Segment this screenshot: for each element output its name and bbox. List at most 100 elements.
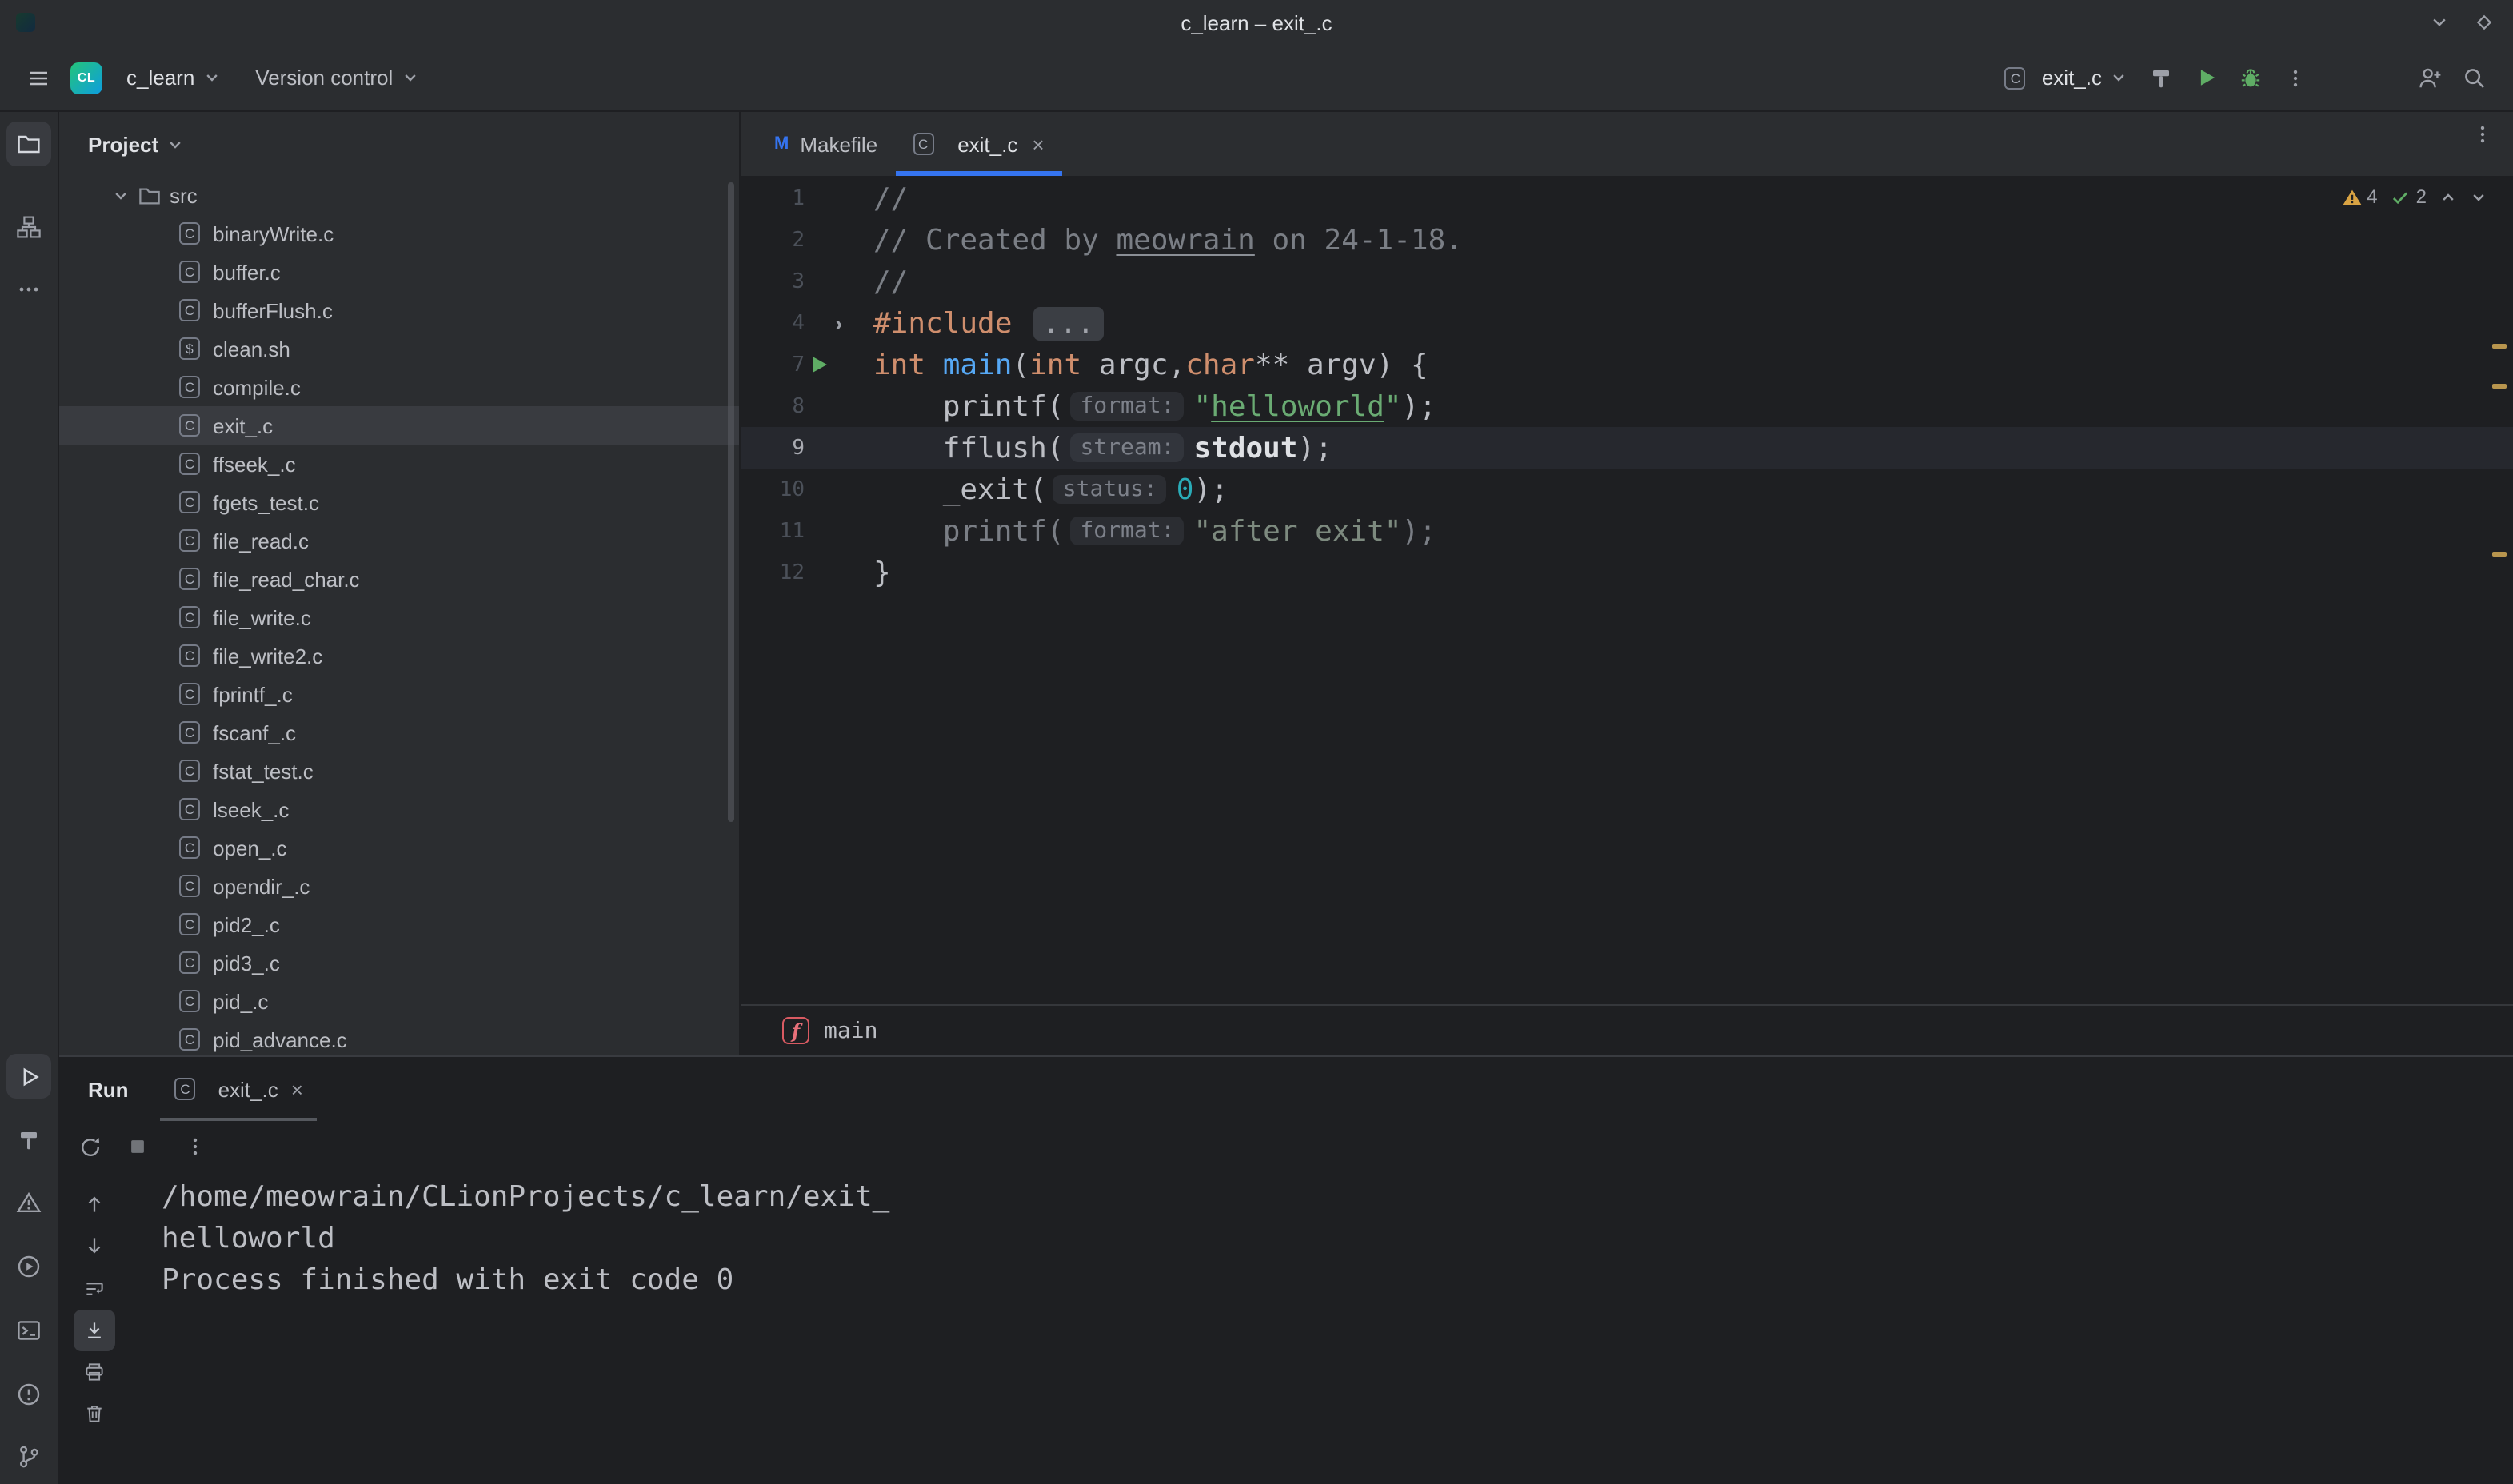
scroll-to-end-button[interactable] — [74, 1310, 115, 1351]
file-name: open_.c — [213, 836, 287, 860]
run-button[interactable] — [2183, 55, 2228, 100]
search-everywhere-button[interactable] — [2452, 55, 2497, 100]
chevron-expanded-icon[interactable] — [112, 186, 130, 204]
c-file-icon: C — [2005, 66, 2026, 89]
build-button[interactable] — [2139, 55, 2183, 100]
code-editor[interactable]: 1//2// Created by meowrain on 24-1-18.3/… — [741, 176, 2513, 1004]
code-line-7[interactable]: 7int main(int argc,char** argv) { — [741, 344, 2513, 385]
tree-item-exit_.c[interactable]: Cexit_.c — [59, 406, 739, 445]
version-control-toolwindow-button[interactable] — [6, 1434, 51, 1479]
tree-item-compile.c[interactable]: Ccompile.c — [59, 368, 739, 406]
version-control-selector[interactable]: Version control — [244, 55, 429, 100]
tree-item-pid_.c[interactable]: Cpid_.c — [59, 982, 739, 1020]
passed-indicator[interactable]: 2 — [2391, 186, 2427, 208]
next-problem-icon[interactable] — [2470, 188, 2487, 205]
warning-stripe-mark[interactable] — [2492, 384, 2507, 389]
project-selector[interactable]: c_learn — [115, 55, 231, 100]
clear-console-button[interactable] — [74, 1393, 115, 1434]
project-panel-header[interactable]: Project — [59, 112, 739, 176]
tree-item-binaryWrite.c[interactable]: CbinaryWrite.c — [59, 214, 739, 253]
window-title: c_learn – exit_.c — [1181, 10, 1332, 34]
tree-item-file_read.c[interactable]: Cfile_read.c — [59, 521, 739, 560]
code-line-4[interactable]: 4›#include ... — [741, 302, 2513, 344]
warning-stripe-mark[interactable] — [2492, 552, 2507, 556]
tree-item-fgets_test.c[interactable]: Cfgets_test.c — [59, 483, 739, 521]
play-icon — [17, 1064, 41, 1088]
code-line-1[interactable]: 1// — [741, 178, 2513, 219]
sticky-function-line[interactable]: f main — [741, 1004, 2513, 1055]
tree-item-bufferFlush.c[interactable]: CbufferFlush.c — [59, 291, 739, 329]
build-toolwindow-button[interactable] — [6, 1118, 51, 1163]
project-toolwindow-button[interactable] — [6, 122, 51, 166]
tree-item-src[interactable]: src — [59, 176, 739, 214]
tree-item-file_read_char.c[interactable]: Cfile_read_char.c — [59, 560, 739, 598]
print-button[interactable] — [74, 1351, 115, 1393]
problems-toolwindow-button[interactable] — [6, 1372, 51, 1417]
tree-item-file_write.c[interactable]: Cfile_write.c — [59, 598, 739, 636]
code-line-10[interactable]: 10 _exit(status:0); — [741, 469, 2513, 510]
tree-item-pid3_.c[interactable]: Cpid3_.c — [59, 943, 739, 982]
tree-item-pid_advance.c[interactable]: Cpid_advance.c — [59, 1020, 739, 1055]
hamburger-menu-icon[interactable] — [16, 55, 61, 100]
more-toolwindows-button[interactable] — [6, 267, 51, 312]
tree-item-clean.sh[interactable]: $clean.sh — [59, 329, 739, 368]
run-toolwindow-button[interactable] — [6, 1054, 51, 1099]
run-more-options-button[interactable] — [174, 1126, 216, 1167]
debug-button[interactable] — [2228, 55, 2273, 100]
code-text: // — [873, 182, 908, 215]
code-line-9[interactable]: 9 fflush(stream:stdout); — [741, 427, 2513, 469]
tab-makefile[interactable]: M Makefile — [757, 112, 895, 176]
window-pin-icon[interactable] — [2475, 13, 2494, 32]
warning-stripe-mark[interactable] — [2492, 344, 2507, 349]
c-file-icon: C — [179, 913, 200, 935]
notifications-button[interactable] — [6, 1180, 51, 1225]
tree-item-ffseek_.c[interactable]: Cffseek_.c — [59, 445, 739, 483]
console-output[interactable]: /home/meowrain/CLionProjects/c_learn/exi… — [162, 1172, 2513, 1302]
file-name: buffer.c — [213, 260, 281, 284]
run-console-area[interactable]: /home/meowrain/CLionProjects/c_learn/exi… — [59, 1172, 2513, 1484]
main-toolbar: CL c_learn Version control C exit_.c — [0, 45, 2513, 112]
close-tab-icon[interactable]: × — [291, 1077, 303, 1101]
code-line-8[interactable]: 8 printf(format:"helloworld"); — [741, 385, 2513, 427]
tree-item-lseek_.c[interactable]: Clseek_.c — [59, 790, 739, 828]
c-file-icon: C — [179, 760, 200, 782]
project-scrollbar[interactable] — [728, 182, 734, 822]
services-toolwindow-button[interactable] — [6, 1244, 51, 1289]
tree-item-pid2_.c[interactable]: Cpid2_.c — [59, 905, 739, 943]
window-menu-icon[interactable] — [2430, 13, 2449, 32]
code-line-3[interactable]: 3// — [741, 261, 2513, 302]
tree-item-fstat_test.c[interactable]: Cfstat_test.c — [59, 752, 739, 790]
run-configuration-selector[interactable]: C exit_.c — [1994, 55, 2139, 100]
code-line-12[interactable]: 12} — [741, 552, 2513, 593]
rerun-button[interactable] — [69, 1126, 110, 1167]
chevron-down-icon — [401, 69, 418, 86]
run-tab-exit-c[interactable]: C exit_.c × — [161, 1057, 318, 1121]
tree-item-file_write2.c[interactable]: Cfile_write2.c — [59, 636, 739, 675]
tree-item-fprintf_.c[interactable]: Cfprintf_.c — [59, 675, 739, 713]
tree-item-opendir_.c[interactable]: Copendir_.c — [59, 867, 739, 905]
tree-item-buffer.c[interactable]: Cbuffer.c — [59, 253, 739, 291]
code-line-2[interactable]: 2// Created by meowrain on 24-1-18. — [741, 219, 2513, 261]
soft-wrap-button[interactable] — [74, 1268, 115, 1310]
warning-triangle-icon — [16, 1190, 42, 1215]
tab-exit-c[interactable]: C exit_.c × — [895, 112, 1061, 176]
more-actions-button[interactable] — [2273, 55, 2318, 100]
code-with-me-button[interactable] — [2407, 55, 2452, 100]
tree-item-fscanf_.c[interactable]: Cfscanf_.c — [59, 713, 739, 752]
close-tab-icon[interactable]: × — [1032, 132, 1044, 156]
terminal-toolwindow-button[interactable] — [6, 1308, 51, 1353]
structure-toolwindow-button[interactable] — [6, 205, 51, 249]
tree-item-open_.c[interactable]: Copen_.c — [59, 828, 739, 867]
previous-problem-icon[interactable] — [2439, 188, 2457, 205]
warnings-indicator[interactable]: 4 — [2341, 186, 2377, 208]
run-gutter-icon[interactable] — [813, 357, 827, 373]
prev-occurrence-button[interactable] — [74, 1183, 115, 1225]
editor-options-button[interactable] — [2471, 123, 2494, 146]
inspections-widget[interactable]: 4 2 — [2341, 186, 2487, 208]
project-tree[interactable]: src CbinaryWrite.cCbuffer.cCbufferFlush.… — [59, 176, 739, 1055]
code-line-11[interactable]: 11 printf(format:"after exit"); — [741, 510, 2513, 552]
c-file-icon: C — [179, 721, 200, 744]
next-occurrence-button[interactable] — [74, 1225, 115, 1267]
stop-button[interactable] — [117, 1126, 158, 1167]
fold-gutter-icon[interactable]: › — [835, 312, 842, 334]
